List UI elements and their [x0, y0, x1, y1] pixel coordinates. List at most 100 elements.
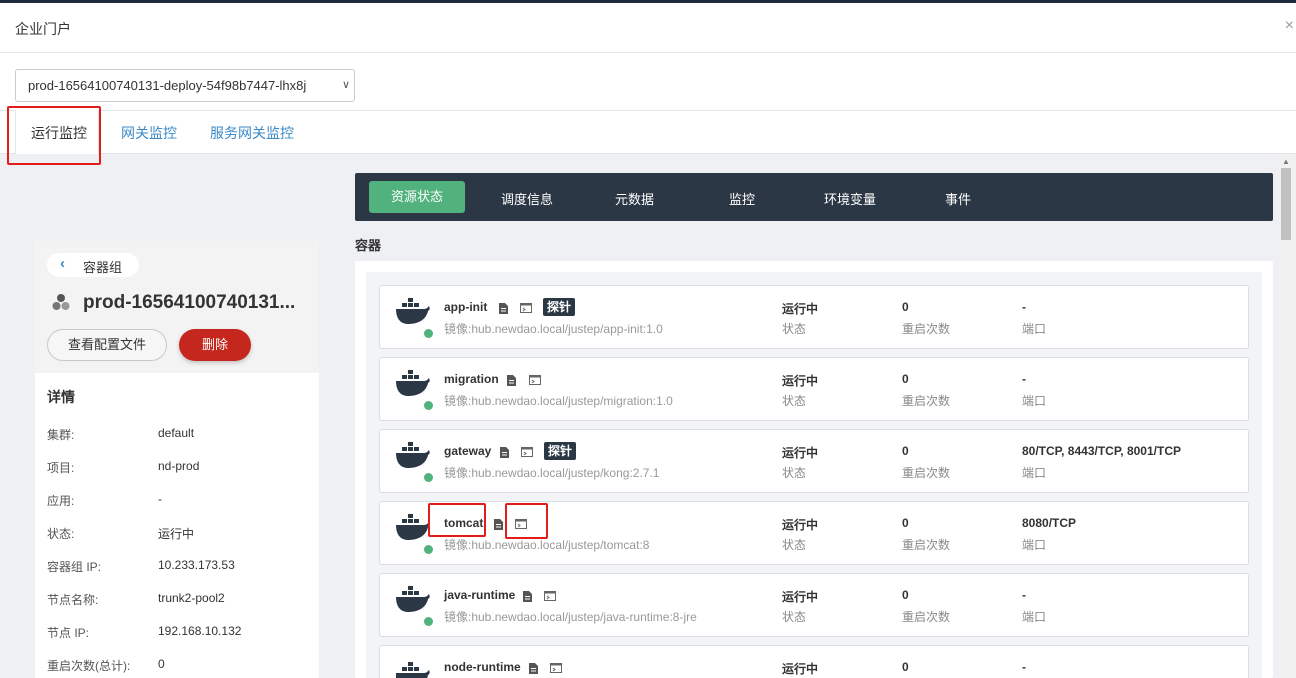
scrollbar-thumb[interactable]: [1281, 168, 1291, 240]
terminal-icon[interactable]: [521, 447, 533, 457]
ports-value: -: [1022, 300, 1026, 314]
docker-whale-icon: [396, 514, 430, 540]
ports-label: 端口: [1022, 610, 1047, 624]
tab-events[interactable]: 事件: [945, 189, 971, 208]
scroll-up-icon[interactable]: ▲: [1282, 157, 1290, 166]
restarts-value: 0: [902, 516, 909, 530]
tab-resource-status[interactable]: 资源状态: [369, 181, 465, 213]
probe-badge: 探针: [544, 442, 577, 460]
restarts-value: 0: [902, 588, 909, 602]
running-status-dot: [424, 329, 433, 338]
ports-value: -: [1022, 372, 1026, 386]
resource-tabs-bar: 资源状态 调度信息 元数据 监控 环境变量 事件: [355, 173, 1273, 221]
pod-cluster-icon: [52, 294, 70, 310]
running-status-dot: [424, 617, 433, 626]
detail-value: nd-prod: [158, 459, 200, 473]
restarts-label: 重启次数: [902, 322, 951, 336]
back-to-pods-button[interactable]: ‹ 容器组: [47, 253, 139, 277]
highlight-box: [7, 106, 101, 165]
delete-button[interactable]: 删除: [179, 329, 251, 361]
file-log-icon[interactable]: [500, 447, 509, 458]
file-log-icon[interactable]: [494, 519, 503, 530]
restarts-label: 重启次数: [902, 610, 951, 624]
file-log-icon[interactable]: [523, 591, 532, 602]
docker-whale-icon: [396, 298, 430, 324]
view-config-button[interactable]: 查看配置文件: [47, 329, 167, 361]
container-image: 镜像:hub.newdao.local/justep/migration:1.0: [444, 394, 673, 408]
tab-scheduling-info[interactable]: 调度信息: [501, 189, 553, 208]
container-card[interactable]: node-runtime 运行中 0 -: [379, 645, 1249, 678]
highlight-box: [505, 503, 548, 539]
tab-monitoring[interactable]: 监控: [729, 189, 755, 208]
detail-value: trunk2-pool2: [158, 591, 225, 605]
tab-gateway-monitor[interactable]: 网关监控: [121, 123, 177, 143]
details-title: 详情: [47, 389, 75, 405]
ports-label: 端口: [1022, 394, 1047, 408]
chevron-down-icon: ∨: [341, 79, 350, 91]
container-name: app-init: [444, 300, 488, 314]
status-value: 运行中: [782, 590, 819, 604]
detail-label: 节点 IP:: [47, 626, 90, 640]
file-log-icon[interactable]: [507, 375, 516, 386]
restarts-value: 0: [902, 372, 909, 386]
restarts-value: 0: [902, 444, 909, 458]
ports-value: 8080/TCP: [1022, 516, 1077, 530]
container-card[interactable]: gateway 探针 镜像:hub.newdao.local/justep/ko…: [379, 429, 1249, 493]
restarts-label: 重启次数: [902, 538, 951, 552]
running-status-dot: [424, 401, 433, 410]
container-name: java-runtime: [444, 588, 516, 602]
scrollbar[interactable]: ▲: [1279, 154, 1293, 678]
tab-env-vars[interactable]: 环境变量: [824, 189, 876, 208]
close-icon[interactable]: ×: [1285, 17, 1294, 35]
status-label: 状态: [782, 394, 807, 408]
detail-value: default: [158, 426, 195, 440]
terminal-icon[interactable]: [550, 663, 562, 673]
status-label: 状态: [782, 610, 807, 624]
docker-whale-icon: [396, 370, 430, 396]
status-value: 运行中: [782, 446, 819, 460]
status-label: 状态: [782, 466, 807, 480]
terminal-icon[interactable]: [529, 375, 541, 385]
ports-label: 端口: [1022, 322, 1047, 336]
ports-label: 端口: [1022, 466, 1047, 480]
status-label: 状态: [782, 538, 807, 552]
container-card[interactable]: app-init 探针 镜像:hub.newdao.local/justep/a…: [379, 285, 1249, 349]
container-card[interactable]: java-runtime 镜像:hub.newdao.local/justep/…: [379, 573, 1249, 637]
highlight-box: [428, 503, 486, 537]
container-image: 镜像:hub.newdao.local/justep/kong:2.7.1: [444, 466, 660, 480]
detail-label: 重启次数(总计):: [47, 659, 131, 673]
restarts-value: 0: [902, 300, 909, 314]
ports-value: 80/TCP, 8443/TCP, 8001/TCP: [1022, 444, 1181, 458]
running-status-dot: [424, 545, 433, 554]
detail-value: 192.168.10.132: [158, 624, 242, 638]
pod-select[interactable]: prod-16564100740131-deploy-54f98b7447-lh…: [15, 69, 355, 102]
ports-value: -: [1022, 660, 1026, 674]
detail-label: 项目:: [47, 461, 75, 475]
restarts-label: 重启次数: [902, 466, 951, 480]
probe-badge: 探针: [543, 298, 576, 316]
window-titlebar: 企业门户 ×: [0, 3, 1296, 53]
docker-whale-icon: [396, 586, 430, 612]
file-log-icon[interactable]: [499, 303, 508, 314]
container-image: 镜像:hub.newdao.local/justep/java-runtime:…: [444, 610, 697, 624]
restarts-label: 重启次数: [902, 394, 951, 408]
ports-value: -: [1022, 588, 1026, 602]
docker-whale-icon: [396, 662, 430, 678]
status-value: 运行中: [782, 374, 819, 388]
file-log-icon[interactable]: [529, 663, 538, 674]
terminal-icon[interactable]: [544, 591, 556, 601]
container-card[interactable]: migration 镜像:hub.newdao.local/justep/mig…: [379, 357, 1249, 421]
pod-select-value: prod-16564100740131-deploy-54f98b7447-lh…: [28, 78, 307, 93]
monitor-tabs: [0, 110, 1296, 154]
detail-label: 状态:: [47, 527, 75, 541]
detail-value: 运行中: [158, 527, 195, 541]
container-image: 镜像:hub.newdao.local/justep/app-init:1.0: [444, 322, 663, 336]
running-status-dot: [424, 473, 433, 482]
detail-value: 10.233.173.53: [158, 558, 235, 572]
container-name: migration: [444, 372, 499, 386]
docker-whale-icon: [396, 442, 430, 468]
tab-service-gateway-monitor[interactable]: 服务网关监控: [210, 123, 294, 143]
terminal-icon[interactable]: [520, 303, 532, 313]
detail-value: 0: [158, 657, 165, 671]
tab-metadata[interactable]: 元数据: [615, 189, 654, 208]
